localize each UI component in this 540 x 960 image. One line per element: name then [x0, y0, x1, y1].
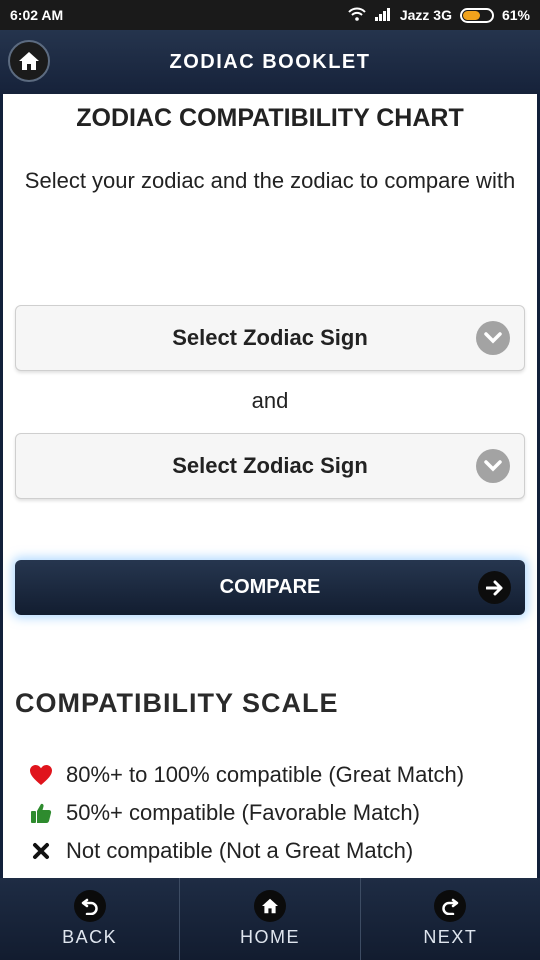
scale-list: 80%+ to 100% compatible (Great Match) 50…: [28, 756, 464, 870]
scale-item-not-great-match: Not compatible (Not a Great Match): [28, 832, 464, 870]
scale-item-great-match: 80%+ to 100% compatible (Great Match): [28, 756, 464, 794]
main-content: ZODIAC COMPATIBILITY CHART Select your z…: [0, 94, 540, 878]
compare-button-label: COMPARE: [219, 576, 321, 598]
status-bar: 6:02 AM Jazz 3G 61%: [0, 0, 540, 30]
page-title: ZODIAC COMPATIBILITY CHART: [76, 104, 464, 132]
home-label: HOME: [239, 927, 300, 947]
status-time: 6:02 AM: [10, 7, 64, 23]
back-button[interactable]: BACK: [0, 878, 181, 960]
arrow-right-icon: [478, 571, 511, 604]
bottom-nav: BACK HOME NEXT: [0, 878, 540, 960]
scale-item-text: 80%+ to 100% compatible (Great Match): [66, 762, 465, 787]
battery-icon: [459, 7, 494, 23]
battery-level: [462, 10, 481, 20]
signal-icon: [374, 7, 392, 24]
chevron-down-icon: [476, 321, 510, 355]
first-zodiac-select[interactable]: Select Zodiac Sign: [15, 305, 525, 371]
next-label: NEXT: [423, 927, 478, 947]
chevron-down-icon: [476, 449, 510, 483]
connector-text: and: [251, 388, 289, 413]
back-icon: [73, 890, 106, 922]
first-zodiac-select-label: Select Zodiac Sign: [172, 325, 368, 350]
cross-icon: [28, 838, 54, 864]
next-icon: [434, 890, 467, 922]
home-button[interactable]: [8, 40, 50, 82]
heart-icon: [28, 762, 54, 788]
header-title: ZODIAC BOOKLET: [169, 50, 371, 73]
instructions-text: Select your zodiac and the zodiac to com…: [24, 168, 516, 193]
wifi-icon: [348, 7, 366, 24]
back-label: BACK: [62, 927, 118, 947]
scale-item-text: Not compatible (Not a Great Match): [66, 838, 414, 863]
scale-title: COMPATIBILITY SCALE: [15, 688, 339, 718]
second-zodiac-select[interactable]: Select Zodiac Sign: [15, 433, 525, 499]
battery-percent: 61%: [501, 7, 530, 23]
thumbs-up-icon: [28, 800, 54, 826]
next-button[interactable]: NEXT: [361, 878, 540, 960]
app-header: ZODIAC BOOKLET: [0, 30, 540, 94]
home-nav-button[interactable]: HOME: [180, 878, 361, 960]
compare-button[interactable]: COMPARE: [15, 560, 525, 615]
scale-item-favorable-match: 50%+ compatible (Favorable Match): [28, 794, 464, 832]
second-zodiac-select-label: Select Zodiac Sign: [172, 453, 368, 478]
status-indicators: Jazz 3G 61%: [348, 7, 530, 24]
home-icon: [253, 890, 286, 922]
home-icon: [19, 52, 39, 70]
scale-item-text: 50%+ compatible (Favorable Match): [66, 800, 420, 825]
carrier-label: Jazz 3G: [399, 7, 452, 23]
